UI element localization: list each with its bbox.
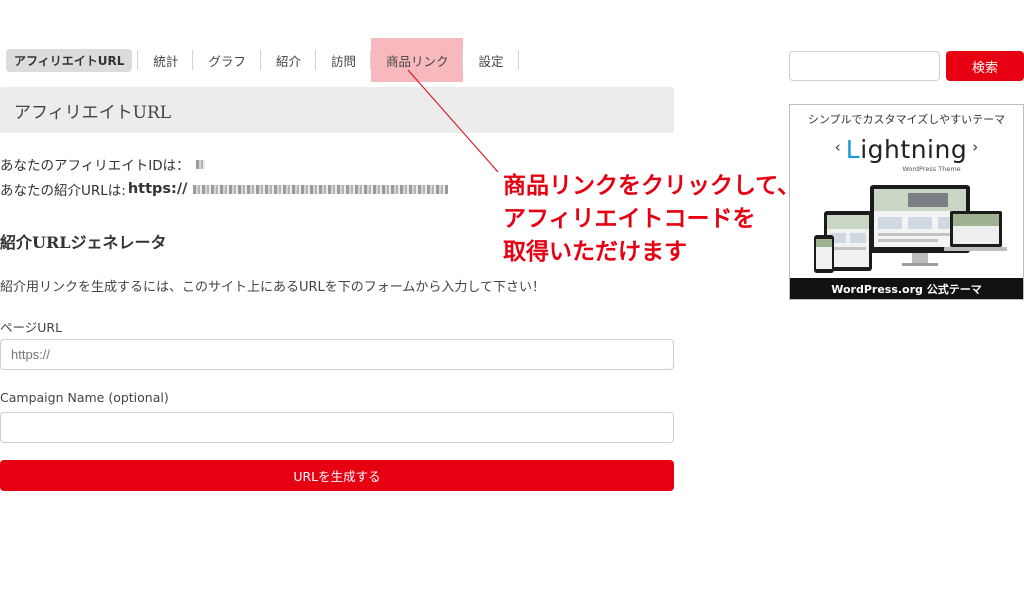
tab-referrals[interactable]: 紹介 [261, 38, 316, 82]
tab-affiliate-url-label: アフィリエイトURL [6, 48, 133, 72]
campaign-name-input[interactable] [0, 412, 674, 443]
lightning-logo: ‹ Lightning › [790, 135, 1023, 164]
affiliate-tab-nav: アフィリエイトURL 統計 グラフ 紹介 訪問 商品リンク 設定 [0, 38, 519, 82]
logo-subtitle: WordPress Theme [902, 165, 961, 173]
campaign-name-label: Campaign Name (optional) [0, 390, 169, 405]
tab-product-links[interactable]: 商品リンク [370, 38, 464, 82]
tab-visits[interactable]: 訪問 [316, 38, 371, 82]
tab-visits-label: 訪問 [330, 53, 356, 69]
ad-footer: WordPress.org 公式テーマ [790, 278, 1023, 299]
affiliate-id-label: あなたのアフィリエイトIDは： [0, 158, 190, 174]
affiliate-id-redacted [195, 159, 205, 169]
logo-left-arrow-icon: ‹ [834, 138, 841, 156]
logo-right-arrow-icon: › [972, 138, 979, 156]
ad-tagline: シンプルでカスタマイズしやすいテーマ [807, 113, 1006, 126]
generate-url-button[interactable]: URLを生成する [0, 460, 674, 491]
affiliate-id-line: あなたのアフィリエイトIDは： [0, 154, 205, 174]
tab-graph[interactable]: グラフ [193, 38, 261, 82]
page-heading: アフィリエイトURL [0, 87, 674, 133]
annotation-callout: 商品リンクをクリックして、 アフィリエイトコードを 取得いただけます [503, 170, 800, 269]
logo-word-rest: ightning [860, 135, 968, 164]
annotation-line-3: 取得いただけます [503, 239, 687, 265]
logo-first-letter: L [845, 135, 861, 164]
generator-title: 紹介URLジェネレータ [0, 233, 167, 252]
search-button[interactable]: 検索 [946, 51, 1024, 81]
tab-affiliate-url[interactable]: アフィリエイトURL [0, 38, 139, 82]
tab-graph-label: グラフ [208, 53, 246, 69]
tab-settings-label: 設定 [478, 53, 504, 69]
tab-referrals-label: 紹介 [275, 53, 301, 69]
tab-stats-label: 統計 [153, 53, 179, 69]
tab-settings[interactable]: 設定 [463, 38, 519, 82]
page-url-label: ページURL [0, 320, 63, 335]
referral-url-label: あなたの紹介URLは: [0, 183, 126, 199]
lightning-theme-ad[interactable]: シンプルでカスタマイズしやすいテーマ ‹ Lightning › WordPre… [789, 104, 1024, 300]
referral-url-redacted [193, 184, 449, 194]
annotation-line-2: アフィリエイトコードを [503, 206, 756, 232]
device-mockup-icon [814, 185, 1007, 273]
generator-help-text: 紹介用リンクを生成するには、このサイト上にあるURLを下のフォームから入力して下… [0, 280, 546, 295]
referral-url-prefix: https:// [127, 181, 188, 197]
search-input[interactable] [789, 51, 940, 81]
referral-url-line: あなたの紹介URLは: https:// [0, 179, 449, 199]
page-url-input[interactable] [0, 339, 674, 370]
tab-stats[interactable]: 統計 [138, 38, 194, 82]
tab-product-links-label: 商品リンク [385, 53, 449, 69]
annotation-line-1: 商品リンクをクリックして、 [503, 173, 801, 199]
